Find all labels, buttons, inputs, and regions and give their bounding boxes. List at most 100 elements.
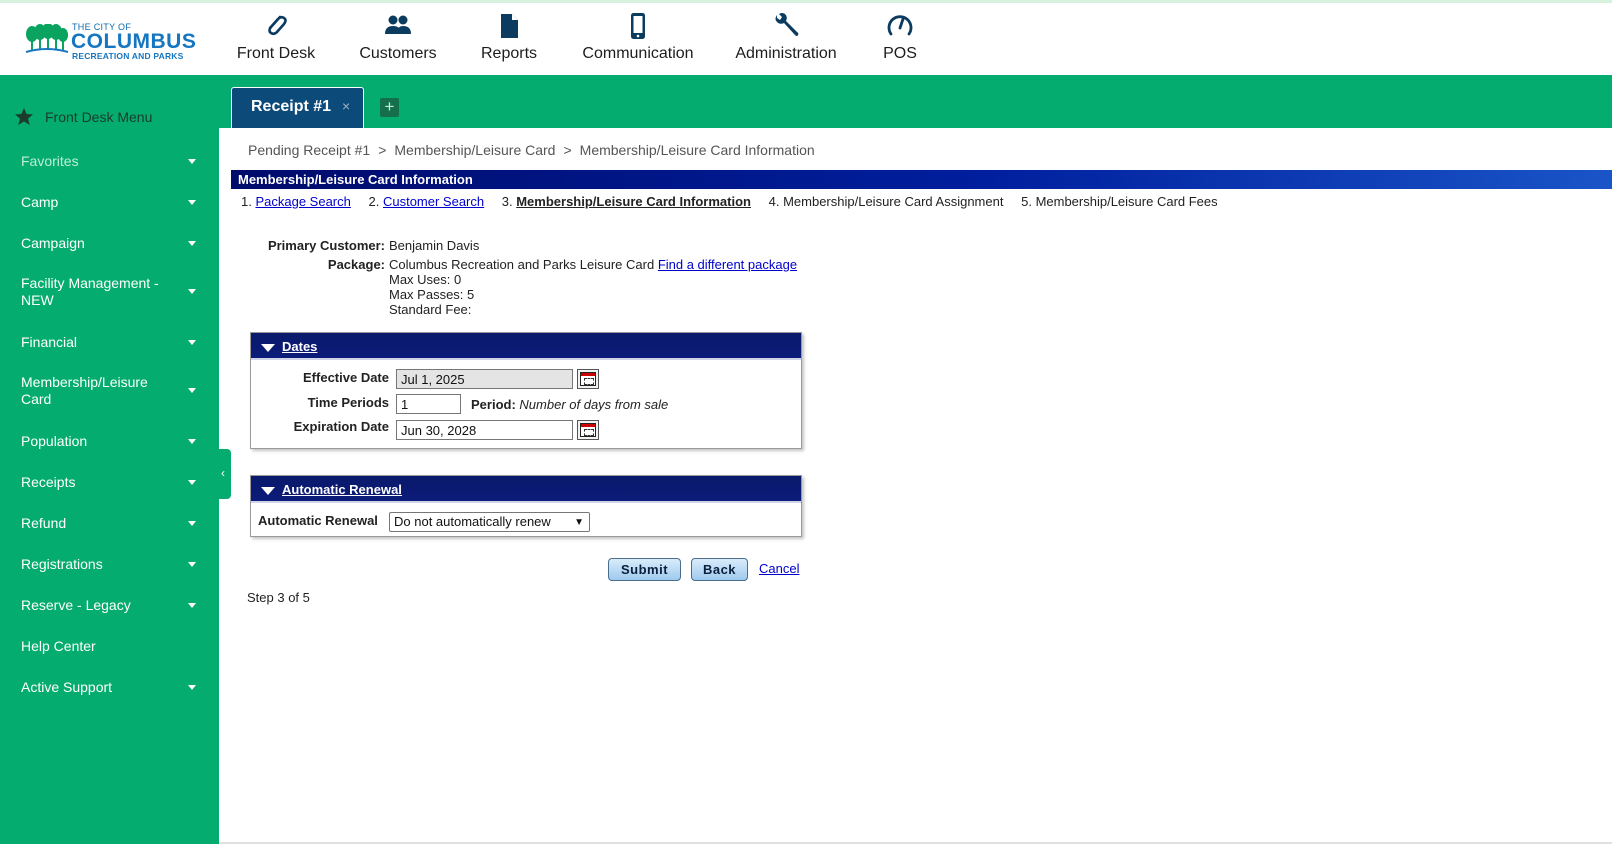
back-button[interactable]: Back <box>691 558 748 581</box>
step-number: 3. <box>501 194 513 209</box>
sidebar-item-label: Favorites <box>21 153 79 169</box>
collapse-triangle-icon <box>261 344 275 352</box>
breadcrumb: Pending Receipt #1 > Membership/Leisure Ca… <box>248 142 815 158</box>
sidebar-item-label: Active Support <box>21 679 113 695</box>
sidebar-item-campaign[interactable]: Campaign <box>21 235 196 252</box>
breadcrumb-item: Membership/Leisure Card Information <box>579 142 815 158</box>
step-label: Membership/Leisure Card Assignment <box>783 194 1004 209</box>
step-number: 2. <box>368 194 380 209</box>
nav-communication[interactable]: Communication <box>582 3 694 75</box>
sidebar-item-label: Help Center <box>21 638 96 654</box>
chevron-down-icon <box>188 520 196 526</box>
chevron-down-icon <box>188 602 196 608</box>
step-label: Membership/Leisure Card Fees <box>1035 194 1218 209</box>
renewal-panel: Automatic Renewal Automatic Renewal Do n… <box>250 475 802 537</box>
step-link-package-search[interactable]: Package Search <box>255 194 350 209</box>
dates-panel-header[interactable]: Dates <box>251 333 801 360</box>
sidebar-item-label: Facility Management - NEW <box>21 275 159 308</box>
dates-panel-title[interactable]: Dates <box>282 339 317 354</box>
sidebar-item-label: Membership/Leisure Card <box>21 374 148 407</box>
chevron-left-icon: ‹ <box>221 466 225 480</box>
primary-customer-value: Benjamin Davis <box>389 238 480 253</box>
time-periods-input[interactable] <box>396 394 461 414</box>
sidebar-item-refund[interactable]: Refund <box>21 515 196 532</box>
step-number: 5. <box>1021 194 1032 209</box>
period-text: Period: Number of days from sale <box>471 397 668 412</box>
nav-reports[interactable]: Reports <box>476 3 542 75</box>
renewal-panel-title[interactable]: Automatic Renewal <box>282 482 402 497</box>
breadcrumb-item[interactable]: Pending Receipt #1 <box>248 142 370 158</box>
breadcrumb-separator: > <box>563 142 572 158</box>
paperclip-icon <box>268 15 287 36</box>
sidebar-item-registrations[interactable]: Registrations <box>21 556 196 573</box>
nav-label: Front Desk <box>236 45 316 62</box>
calendar-icon[interactable] <box>577 369 599 389</box>
renewal-panel-header[interactable]: Automatic Renewal <box>251 476 801 503</box>
nav-label: Reports <box>480 45 538 62</box>
nav-label: Administration <box>735 45 837 62</box>
step-1: 1. Package Search <box>241 194 351 209</box>
sidebar-item-financial[interactable]: Financial <box>21 334 196 351</box>
chevron-down-icon <box>188 684 196 690</box>
phone-icon <box>631 13 645 39</box>
find-different-package-link[interactable]: Find a different package <box>658 257 797 272</box>
sidebar-item-camp[interactable]: Camp <box>21 194 196 211</box>
sidebar-collapse-handle[interactable]: ‹ <box>219 449 231 499</box>
dates-panel: Dates Effective Date Time Periods Period… <box>250 332 802 449</box>
period-value: Number of days from sale <box>519 397 669 412</box>
step-indicator: Step 3 of 5 <box>247 590 310 605</box>
sidebar-item-label: Refund <box>21 515 67 531</box>
sidebar-item-membership[interactable]: Membership/Leisure Card <box>21 374 196 408</box>
step-number: 4. <box>768 194 780 209</box>
primary-customer-label: Primary Customer: <box>267 238 385 253</box>
nav-pos[interactable]: POS <box>878 3 922 75</box>
logo[interactable]: THE CITY OF COLUMBUS RECREATION AND PARK… <box>25 20 196 61</box>
automatic-renewal-label: Automatic Renewal <box>258 513 378 528</box>
close-icon[interactable]: × <box>342 98 350 114</box>
sidebar-item-receipts[interactable]: Receipts <box>21 474 196 491</box>
sidebar-item-label: Population <box>21 433 88 449</box>
users-icon <box>385 15 411 34</box>
cancel-link[interactable]: Cancel <box>759 561 799 576</box>
effective-date-input[interactable] <box>396 369 573 389</box>
sidebar-item-label: Campaign <box>21 235 85 251</box>
submit-button[interactable]: Submit <box>608 558 681 581</box>
expiration-date-input[interactable] <box>396 420 573 440</box>
calendar-icon[interactable] <box>577 420 599 440</box>
sidebar-item-label: Camp <box>21 194 59 210</box>
page-title-bar: Membership/Leisure Card Information <box>231 170 1612 189</box>
package-label: Package: <box>327 257 385 272</box>
sidebar: Front Desk Menu Favorites Camp Campaign … <box>0 75 219 844</box>
tab-receipt-1[interactable]: Receipt #1 × <box>231 87 364 128</box>
nav-administration[interactable]: Administration <box>734 3 838 75</box>
front-desk-menu-label: Front Desk Menu <box>45 109 153 125</box>
standard-fee: Standard Fee: <box>389 302 472 317</box>
step-current: Membership/Leisure Card Information <box>516 194 751 209</box>
chevron-down-icon <box>188 388 196 393</box>
logo-sub-text: RECREATION AND PARKS <box>72 51 184 61</box>
star-icon <box>15 108 33 125</box>
automatic-renewal-select[interactable]: Do not automatically renew ▼ <box>389 512 590 532</box>
chevron-down-icon <box>188 479 196 485</box>
front-desk-menu[interactable]: Front Desk Menu <box>14 107 204 127</box>
document-icon <box>501 14 518 38</box>
sidebar-item-population[interactable]: Population <box>21 433 196 450</box>
tab-label: Receipt #1 <box>251 98 332 115</box>
sidebar-item-active-support[interactable]: Active Support <box>21 679 196 696</box>
nav-label: Communication <box>582 45 694 62</box>
nav-front-desk[interactable]: Front Desk <box>236 3 316 75</box>
add-tab-button[interactable]: + <box>380 98 399 117</box>
max-uses: Max Uses: 0 <box>389 272 462 287</box>
sidebar-item-help-center[interactable]: Help Center <box>21 638 196 655</box>
sidebar-item-favorites[interactable]: Favorites <box>21 153 196 170</box>
breadcrumb-item[interactable]: Membership/Leisure Card <box>394 142 555 158</box>
nav-customers[interactable]: Customers <box>358 3 438 75</box>
package-value-row: Columbus Recreation and Parks Leisure Ca… <box>389 257 797 272</box>
chevron-down-icon <box>188 199 196 205</box>
chevron-down-icon <box>188 158 196 164</box>
sidebar-item-reserve-legacy[interactable]: Reserve - Legacy <box>21 597 196 614</box>
step-link-customer-search[interactable]: Customer Search <box>383 194 484 209</box>
app-root: THE CITY OF COLUMBUS RECREATION AND PARK… <box>0 0 1612 844</box>
sidebar-item-facility-management[interactable]: Facility Management - NEW <box>21 275 196 309</box>
gauge-icon <box>887 15 913 36</box>
